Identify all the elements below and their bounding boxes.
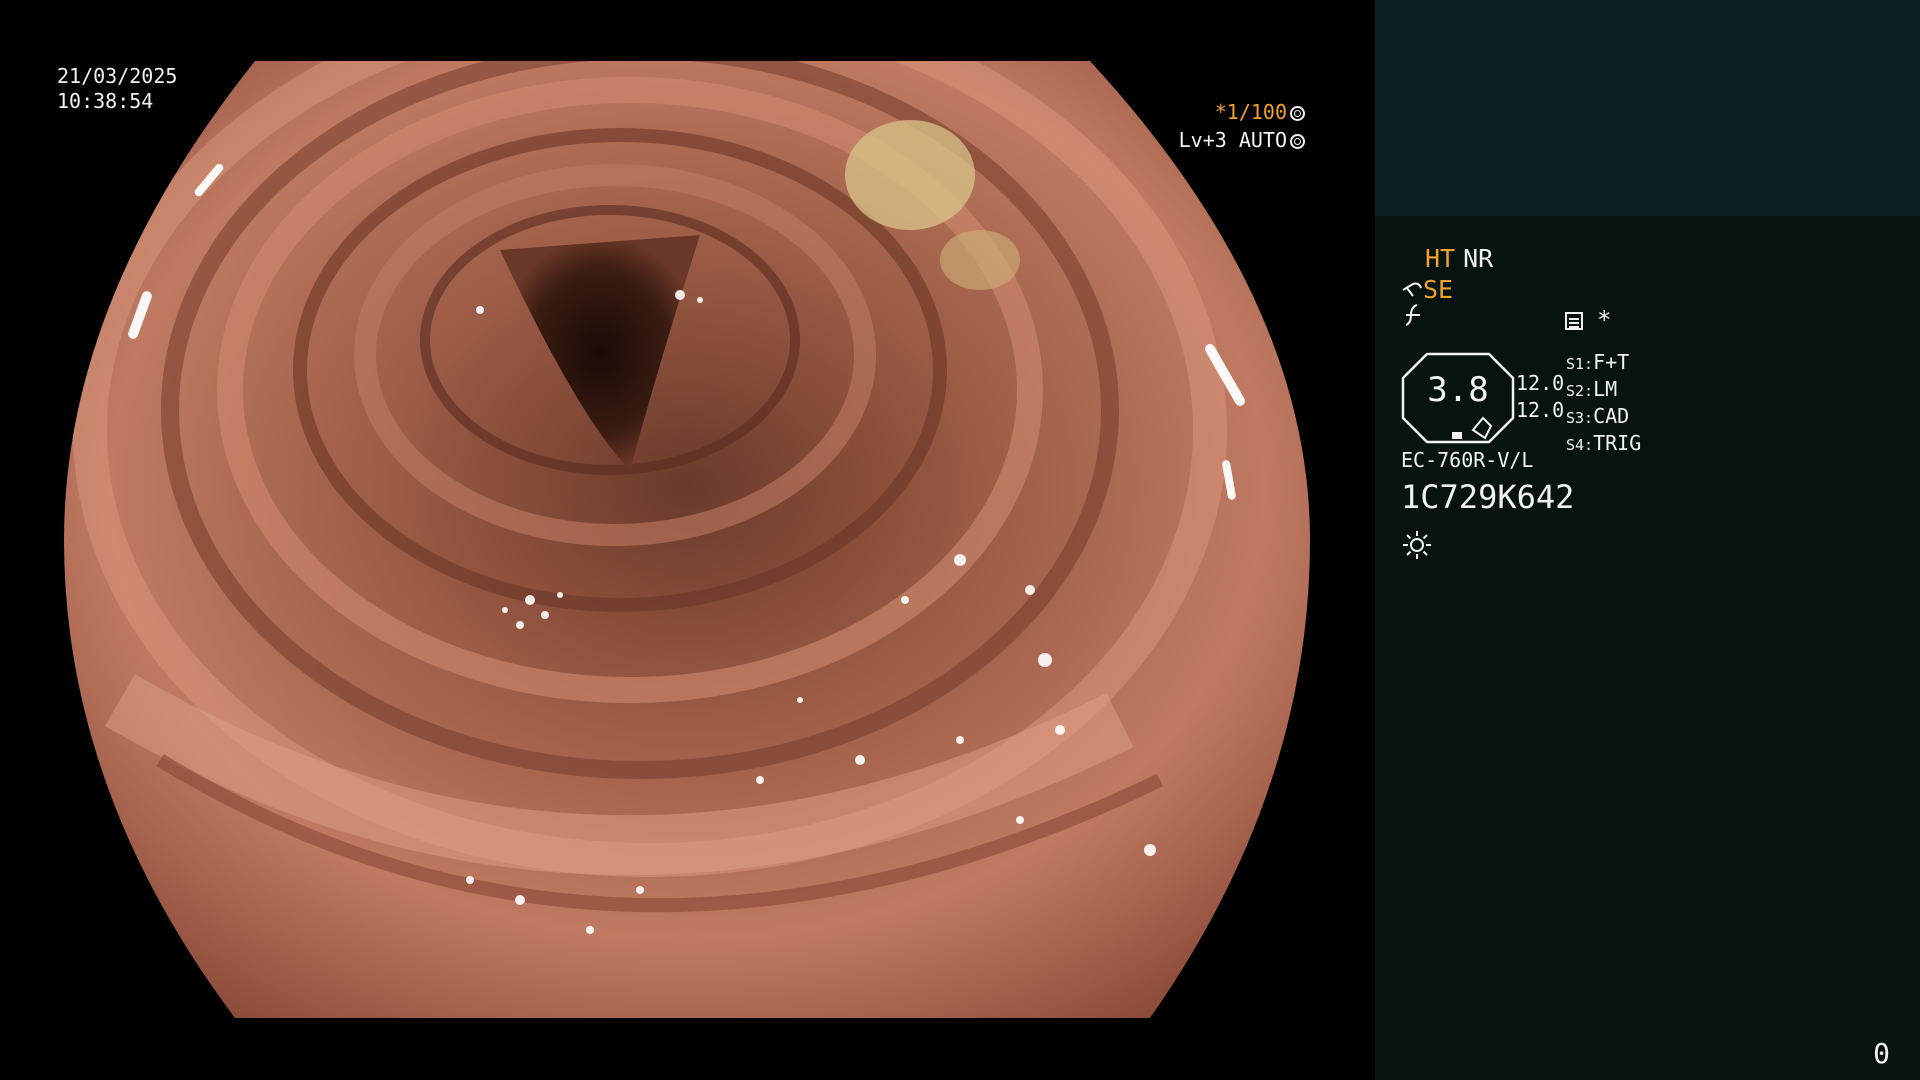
preset-row: S1:F+T (1566, 350, 1630, 374)
exposure-readout: *1/100 Lv+3 AUTO (1179, 98, 1305, 154)
gauge-value: 3.8 (1427, 370, 1489, 410)
auto-ring-icon (1290, 134, 1305, 149)
mode-ht-label: HT (1425, 244, 1456, 273)
preset-row: S3:CAD (1566, 404, 1630, 428)
edge-enhance-icon (1405, 304, 1420, 326)
mode-nr-label: NR (1463, 244, 1494, 273)
asterisk-mark: * (1597, 306, 1612, 334)
memory-row: * (1565, 306, 1611, 334)
date-text: 21/03/2025 (57, 64, 178, 88)
image-counter: 0 (1873, 1037, 1890, 1070)
light-sun-icon (1403, 531, 1431, 559)
shutter-speed-text: *1/100 (1214, 100, 1287, 124)
se-label: SE (1423, 275, 1454, 304)
brightness-level-text: Lv+3 AUTO (1178, 128, 1287, 152)
time-text: 10:38:54 (57, 89, 154, 113)
colon-lumen-image (64, 61, 1310, 1018)
date-time-readout: 21/03/2025 10:38:54 (57, 64, 177, 114)
endoscope-view: 21/03/2025 10:38:54 *1/100 Lv+3 AUTO (0, 0, 1375, 1080)
preset-row: S4:TRIG (1566, 431, 1642, 455)
image-mode-row: HT NR (1425, 244, 1501, 273)
gauge-val-1: 12.0 (1516, 371, 1565, 395)
scope-model: EC-760R-V/L (1401, 448, 1534, 472)
structure-enhance-row: SE (1401, 275, 1453, 304)
preset-row: S2:LM (1566, 377, 1618, 401)
status-panel: HT NR SE * 3.8 12.0 12.0 S1:F+T S2:LM S3:… (1375, 216, 1920, 1080)
edge-enhance-row (1403, 303, 1425, 333)
gauge-side-values: 12.0 12.0 (1516, 370, 1564, 424)
scope-serial: 1C729K642 (1401, 478, 1575, 516)
se-pen-icon (1402, 282, 1422, 297)
shutter-ring-icon (1290, 106, 1305, 121)
memory-box-icon (1565, 312, 1583, 330)
status-panel-header (1375, 0, 1920, 216)
gauge-val-2: 12.0 (1516, 398, 1565, 422)
switch-presets: S1:F+T S2:LM S3:CAD S4:TRIG (1566, 350, 1641, 458)
